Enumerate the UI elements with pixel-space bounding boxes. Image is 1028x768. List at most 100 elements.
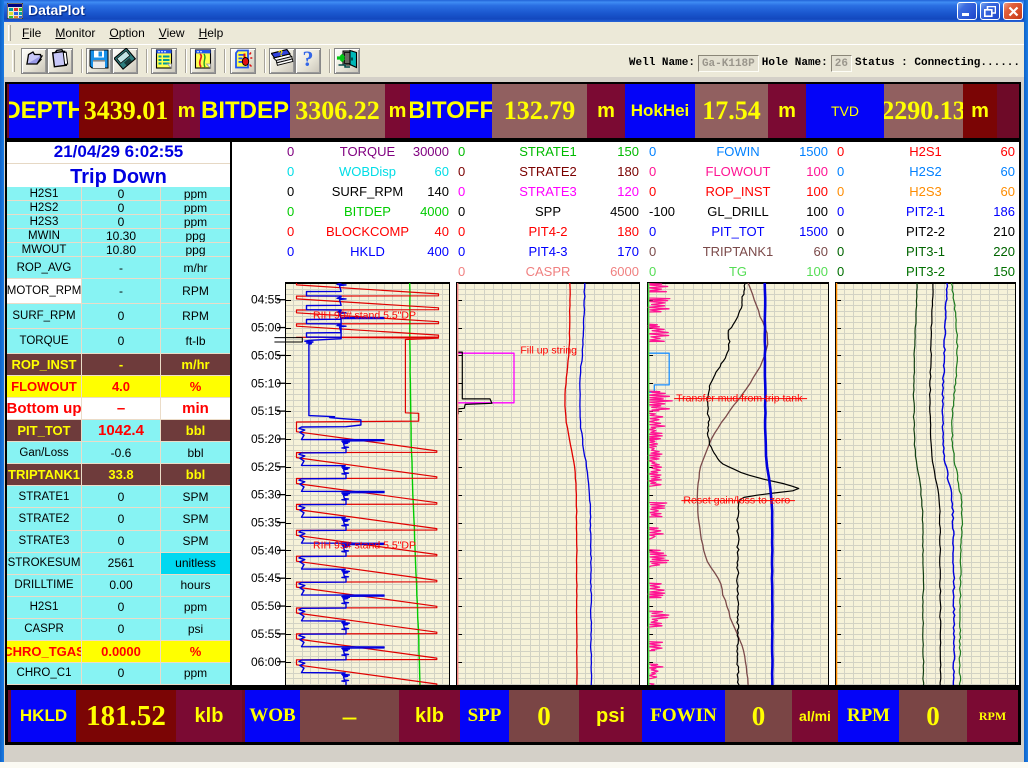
banner-value-18152: 181.52 [76, 690, 176, 742]
time-label-04:55: 04:55 [251, 293, 281, 307]
param-label: MWOUT [7, 243, 82, 257]
legend-name-ROP_INST: ROP_INST [705, 184, 770, 199]
menu-option[interactable]: Option [102, 22, 151, 44]
param-unit: ppm [161, 201, 230, 215]
banner-unit-m: m [963, 84, 997, 138]
param-label: TORQUE [7, 329, 82, 354]
strip-chart-area[interactable]: 0TORQUE300000WOBDisp600SURF_RPM1400BITDE… [234, 142, 1023, 685]
legend-min: 0 [458, 164, 465, 179]
legend-name-SPP: SPP [535, 204, 561, 219]
legend-name-GL_DRILL: GL_DRILL [707, 204, 768, 219]
save-button[interactable] [86, 48, 112, 74]
time-label-05:30: 05:30 [251, 488, 281, 502]
param-label: TRIPTANK1 [7, 464, 82, 486]
param-unit: unitless [161, 553, 230, 575]
param-value: 0 [82, 663, 161, 685]
param-label: CHRO_TGAS [7, 641, 82, 663]
disk-button[interactable] [112, 48, 138, 74]
toolbar-grip[interactable] [12, 50, 15, 72]
legend-name-PIT_TOT: PIT_TOT [711, 224, 764, 239]
menu-help[interactable]: Help [192, 22, 231, 44]
banner-label-rpm: RPM [838, 690, 899, 742]
legend-name-CASPR: CASPR [526, 264, 571, 279]
param-value: 0 [82, 187, 161, 201]
legend-min: 0 [837, 144, 844, 159]
open-button[interactable] [21, 48, 47, 74]
bottom-edge [0, 762, 1028, 768]
legend-name-PIT3-2: PIT3-2 [906, 264, 945, 279]
folder-button[interactable] [47, 48, 73, 74]
folder-icon [49, 48, 71, 75]
time-label-05:50: 05:50 [251, 599, 281, 613]
legend-min: 0 [649, 224, 656, 239]
banner-unit-m: m [173, 84, 200, 138]
legend-name-BITDEP: BITDEP [344, 204, 391, 219]
window-border-left [0, 0, 4, 762]
legend-min: 0 [287, 184, 294, 199]
legend-min: 0 [837, 224, 844, 239]
param-label: STRATE2 [7, 508, 82, 530]
banner-unit-almi: al/mi [792, 690, 838, 742]
dataplot-window: DataPlot FileMonitorOptionViewHelp ?? We… [0, 0, 1028, 768]
legend-name-TG: TG [729, 264, 747, 279]
legend-name-PIT4-3: PIT4-3 [528, 244, 567, 259]
param-value: 0 [82, 329, 161, 354]
about-button[interactable]: ? [295, 48, 321, 74]
param-row-chro-c1: CHRO_C10ppm [7, 663, 230, 685]
plot-setup-button[interactable] [190, 48, 216, 74]
menu-monitor[interactable]: Monitor [48, 22, 102, 44]
param-row-rop-inst: ROP_INST-m/hr [7, 354, 230, 376]
param-value: 0 [82, 597, 161, 619]
time-label-05:15: 05:15 [251, 404, 281, 418]
legend-max: 100 [806, 164, 828, 179]
legend-min: 0 [649, 144, 656, 159]
legend-max: 1500 [799, 144, 828, 159]
param-value: 0 [82, 486, 161, 508]
well-name-field[interactable]: Ga-K118P [698, 55, 759, 72]
legend-name-BLOCKCOMP: BLOCKCOMP [326, 224, 409, 239]
param-unit: bbl [161, 464, 230, 486]
menu-view[interactable]: View [152, 22, 192, 44]
param-value: 10.80 [82, 243, 161, 257]
param-unit: m/hr [161, 257, 230, 279]
param-label: Bottom up [7, 398, 82, 420]
param-unit: SPM [161, 486, 230, 508]
menubar-grip[interactable] [8, 25, 11, 41]
banner-value-0: 0 [509, 690, 579, 742]
legend-min: 0 [458, 184, 465, 199]
hole-name-field[interactable]: 26 [831, 55, 852, 72]
param-value: -0.6 [82, 442, 161, 464]
minimize-button[interactable] [957, 2, 977, 20]
well-name-label: Well Name: [629, 57, 695, 69]
param-unit: ppg [161, 229, 230, 243]
param-label: H2S1 [7, 597, 82, 619]
strip-chart-svg: 0TORQUE300000WOBDisp600SURF_RPM1400BITDE… [234, 142, 1023, 685]
param-label: H2S1 [7, 187, 82, 201]
param-unit: ppg [161, 243, 230, 257]
help-book-button[interactable]: ? [269, 48, 295, 74]
param-unit: hours [161, 575, 230, 597]
param-value: 0 [82, 619, 161, 641]
param-unit: bbl [161, 442, 230, 464]
restore-button[interactable] [980, 2, 1000, 20]
open-icon [23, 48, 45, 75]
exit-button[interactable] [334, 48, 360, 74]
legend-max: 186 [993, 204, 1015, 219]
time-label-05:55: 05:55 [251, 627, 281, 641]
legend-max: 1500 [799, 224, 828, 239]
top-depth-banner: DEPTH3439.01mBITDEP3306.22mBITOFF132.79m… [5, 82, 1021, 140]
report-button[interactable] [151, 48, 177, 74]
param-unit: ppm [161, 663, 230, 685]
toolbar-separator [329, 49, 331, 73]
alarm-report-button[interactable] [230, 48, 256, 74]
legend-max: 400 [427, 244, 449, 259]
time-label-05:20: 05:20 [251, 432, 281, 446]
legend-max: 60 [435, 164, 449, 179]
legend-max: 60 [1001, 184, 1015, 199]
banner-value-13279: 132.79 [492, 84, 587, 138]
legend-min: 0 [649, 184, 656, 199]
menu-file[interactable]: File [15, 22, 48, 44]
legend-max: 60 [1001, 164, 1015, 179]
titlebar[interactable]: DataPlot [0, 0, 1028, 22]
close-button[interactable] [1003, 2, 1023, 20]
